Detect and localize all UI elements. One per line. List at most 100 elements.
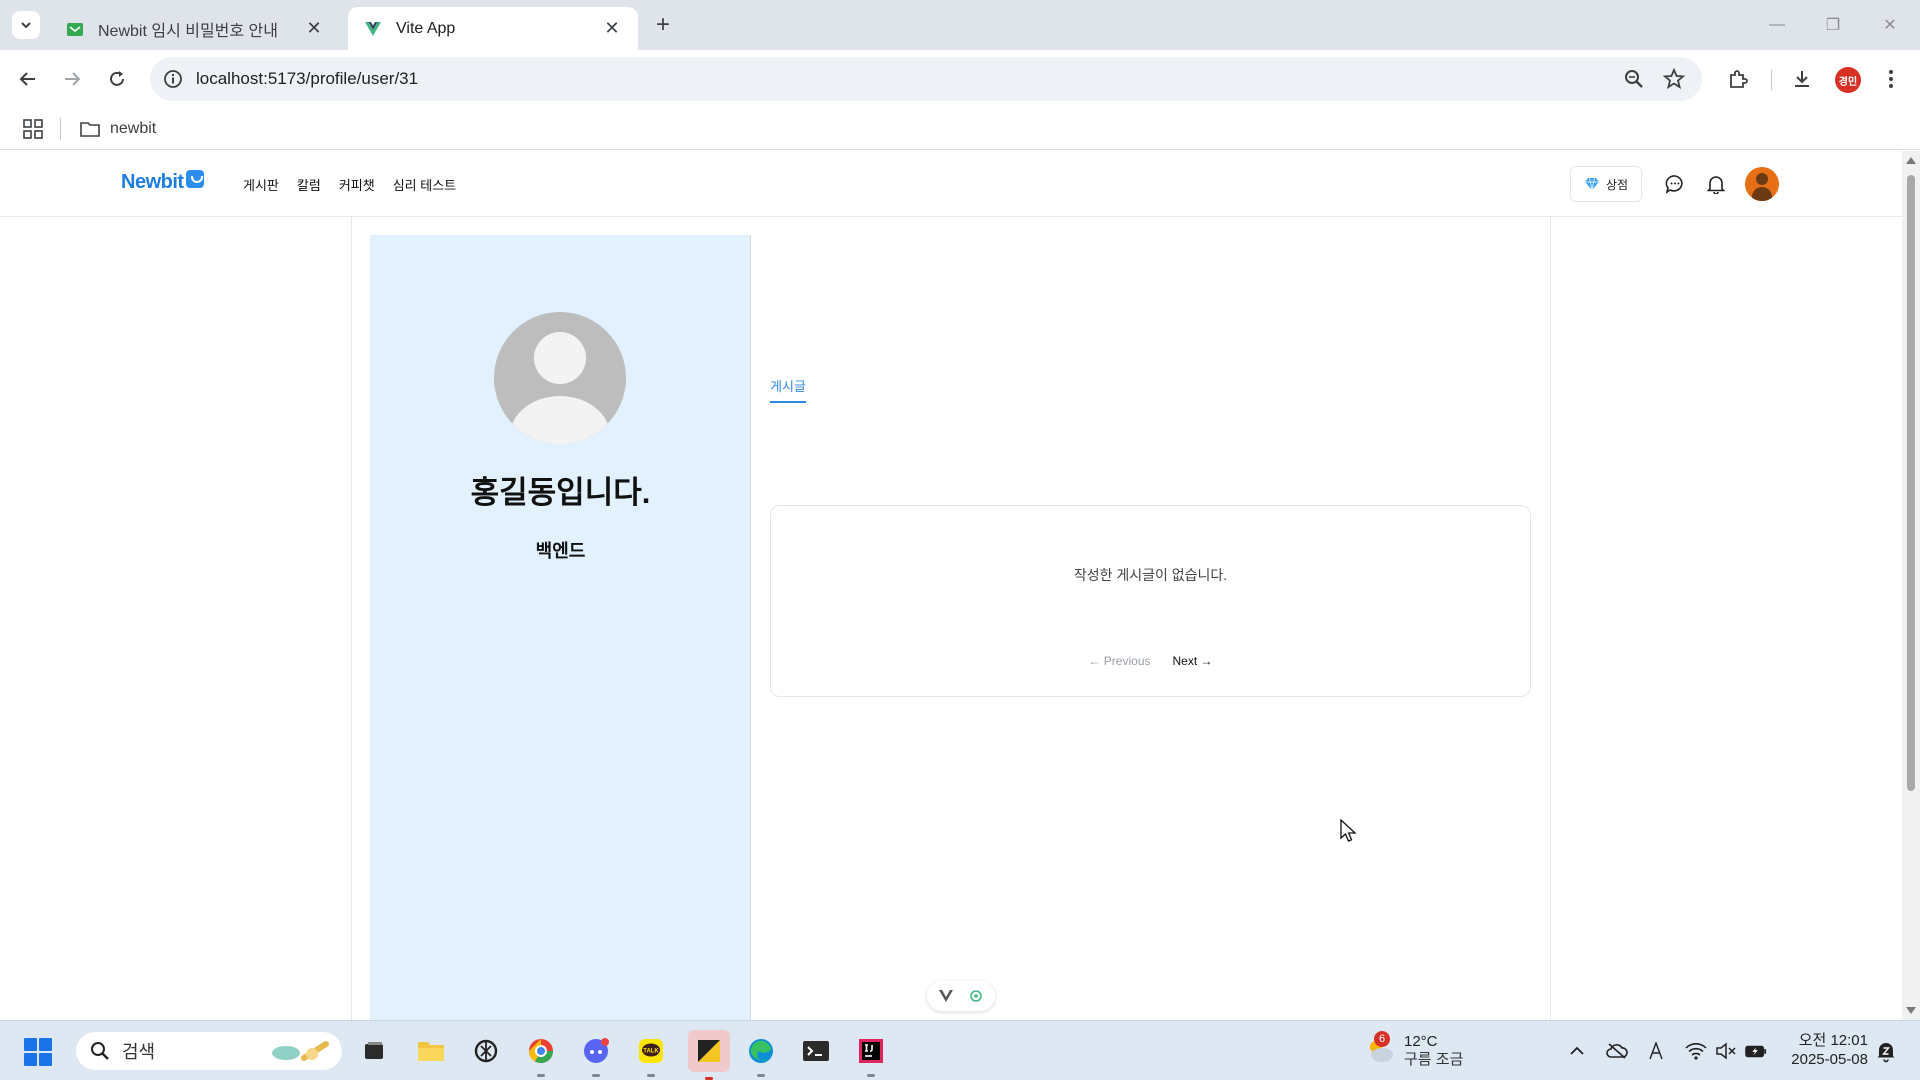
newbit-logo[interactable]: Newbit <box>121 169 204 194</box>
taskbar-file-explorer[interactable] <box>413 1033 449 1069</box>
bookmark-star-icon[interactable] <box>1662 67 1686 91</box>
close-tab-icon[interactable]: ✕ <box>602 18 622 39</box>
bell-icon <box>1706 176 1726 194</box>
browser-tab-vite-app[interactable]: Vite App ✕ <box>348 7 638 50</box>
tab-search-button[interactable] <box>12 11 40 39</box>
close-tab-icon[interactable]: ✕ <box>304 18 324 39</box>
windows-start-button[interactable] <box>24 1038 52 1066</box>
apps-grid-icon[interactable] <box>22 118 44 140</box>
notification-bell-snooze-icon[interactable] <box>1874 1039 1898 1063</box>
toolbar-separator <box>1771 70 1772 90</box>
next-page-button[interactable]: Next → <box>1173 654 1213 668</box>
browser-toolbar: localhost:5173/profile/user/31 경민 <box>0 50 1920 108</box>
pagination: ← Previous Next → <box>771 654 1530 668</box>
running-indicator <box>867 1074 875 1077</box>
onedrive-offline-icon[interactable] <box>1606 1040 1628 1062</box>
scroll-thumb[interactable] <box>1907 175 1915 791</box>
tray-overflow-chevron-icon[interactable] <box>1566 1040 1588 1062</box>
reload-button[interactable] <box>101 63 133 95</box>
page-scrollbar[interactable] <box>1902 151 1920 1020</box>
notifications-button[interactable] <box>1704 172 1728 196</box>
downloads-button[interactable] <box>1786 63 1818 95</box>
previous-page-button[interactable]: ← Previous <box>1088 654 1150 668</box>
minimize-button[interactable]: — <box>1757 10 1797 40</box>
search-highlight-illustration-icon <box>272 1041 329 1061</box>
diamond-icon <box>1584 177 1599 191</box>
nav-item-column[interactable]: 칼럼 <box>297 175 321 194</box>
clock-date: 2025-05-08 <box>1791 1051 1868 1068</box>
target-icon <box>970 990 982 1002</box>
ime-indicator-icon[interactable] <box>1645 1040 1667 1062</box>
nav-item-psych-test[interactable]: 심리 테스트 <box>393 175 456 194</box>
search-icon <box>91 1042 109 1060</box>
profile-role: 백엔드 <box>535 541 586 561</box>
vue-icon <box>939 990 953 1002</box>
empty-posts-message: 작성한 게시글이 없습니다. <box>1073 567 1228 583</box>
volume-muted-icon[interactable] <box>1715 1040 1737 1062</box>
wifi-icon[interactable] <box>1685 1040 1707 1062</box>
profile-name: 홍길동입니다. <box>470 475 651 510</box>
browser-tab-newbit-mail[interactable]: Newbit 임시 비밀번호 안내 ✕ <box>50 7 340 50</box>
taskbar-discord[interactable] <box>578 1033 614 1077</box>
battery-charging-icon[interactable] <box>1745 1040 1767 1062</box>
scroll-up-arrow-icon[interactable] <box>1906 157 1916 164</box>
forward-button[interactable] <box>56 63 88 95</box>
layout-divider-left <box>351 217 352 1020</box>
app-header: Newbit 게시판 칼럼 커피챗 심리 테스트 상점 <box>0 151 1902 217</box>
reload-icon <box>110 71 124 86</box>
chat-button[interactable] <box>1663 172 1687 196</box>
weather-widget[interactable]: 6 12°C 구름 조금 <box>1364 1031 1463 1071</box>
tab-strip: Newbit 임시 비밀번호 안내 ✕ Vite App ✕ + — ❐ ✕ <box>0 0 1920 50</box>
windows-taskbar: 검색 TALK 6 12°C 구름 조금 오전 12:01 2025-05-08 <box>0 1020 1920 1080</box>
back-button[interactable] <box>12 63 44 95</box>
chrome-icon <box>529 1039 553 1064</box>
taskbar-clock[interactable]: 오전 12:01 2025-05-08 <box>1778 1031 1868 1069</box>
weather-desc: 구름 조금 <box>1404 1051 1464 1068</box>
edge-icon <box>749 1039 773 1063</box>
logo-text: Newbit <box>121 171 184 193</box>
clock-time: 오전 12:01 <box>1798 1032 1868 1049</box>
taskbar-intellij[interactable] <box>853 1033 889 1077</box>
scroll-down-arrow-icon[interactable] <box>1906 1007 1916 1014</box>
vue-devtools-toggle[interactable] <box>927 981 995 1011</box>
taskbar-task-view[interactable] <box>356 1033 392 1069</box>
task-view-icon <box>365 1042 383 1059</box>
kakaotalk-icon: TALK <box>639 1039 663 1063</box>
shop-button[interactable]: 상점 <box>1570 166 1642 202</box>
taskbar-edge[interactable] <box>743 1033 779 1077</box>
taskbar-search[interactable]: 검색 <box>76 1032 342 1070</box>
url-text[interactable]: localhost:5173/profile/user/31 <box>196 69 418 89</box>
taskbar-terminal[interactable] <box>798 1033 834 1069</box>
site-info-icon[interactable] <box>162 68 184 90</box>
menu-button[interactable] <box>1875 63 1907 95</box>
weather-temp: 12°C <box>1404 1033 1438 1050</box>
restore-button[interactable]: ❐ <box>1813 10 1853 40</box>
taskbar-chrome-profile[interactable] <box>523 1033 559 1077</box>
cloud-sun-icon: 6 <box>1364 1031 1396 1067</box>
nav-item-board[interactable]: 게시판 <box>243 175 279 194</box>
profile-avatar-button[interactable]: 경민 <box>1835 67 1861 93</box>
intellij-icon <box>859 1039 883 1063</box>
bookmark-label: newbit <box>110 120 157 137</box>
tab-posts[interactable]: 게시글 <box>770 376 806 403</box>
address-bar[interactable]: localhost:5173/profile/user/31 <box>150 57 1702 101</box>
running-indicator <box>757 1074 765 1077</box>
main-nav: 게시판 칼럼 커피챗 심리 테스트 <box>243 175 456 194</box>
nav-item-coffeechat[interactable]: 커피챗 <box>339 175 375 194</box>
tab-title: Newbit 임시 비밀번호 안내 <box>98 22 279 40</box>
running-indicator <box>537 1074 545 1077</box>
zoom-icon[interactable] <box>1622 67 1646 91</box>
svg-text:TALK: TALK <box>643 1049 659 1055</box>
taskbar-sticky-notes[interactable] <box>688 1030 730 1080</box>
arrow-right-icon <box>65 72 81 86</box>
taskbar-chatgpt[interactable] <box>468 1033 504 1069</box>
user-avatar[interactable] <box>1745 167 1779 201</box>
posts-card: 작성한 게시글이 없습니다. ← Previous Next → <box>770 505 1531 697</box>
logo-mark-icon <box>185 169 204 188</box>
bookmark-folder-newbit[interactable]: newbit <box>80 116 156 142</box>
new-tab-button[interactable]: + <box>650 11 676 38</box>
taskbar-kakaotalk[interactable]: TALK <box>633 1033 669 1077</box>
running-indicator <box>592 1074 600 1077</box>
close-window-button[interactable]: ✕ <box>1870 10 1910 40</box>
extensions-button[interactable] <box>1722 63 1754 95</box>
